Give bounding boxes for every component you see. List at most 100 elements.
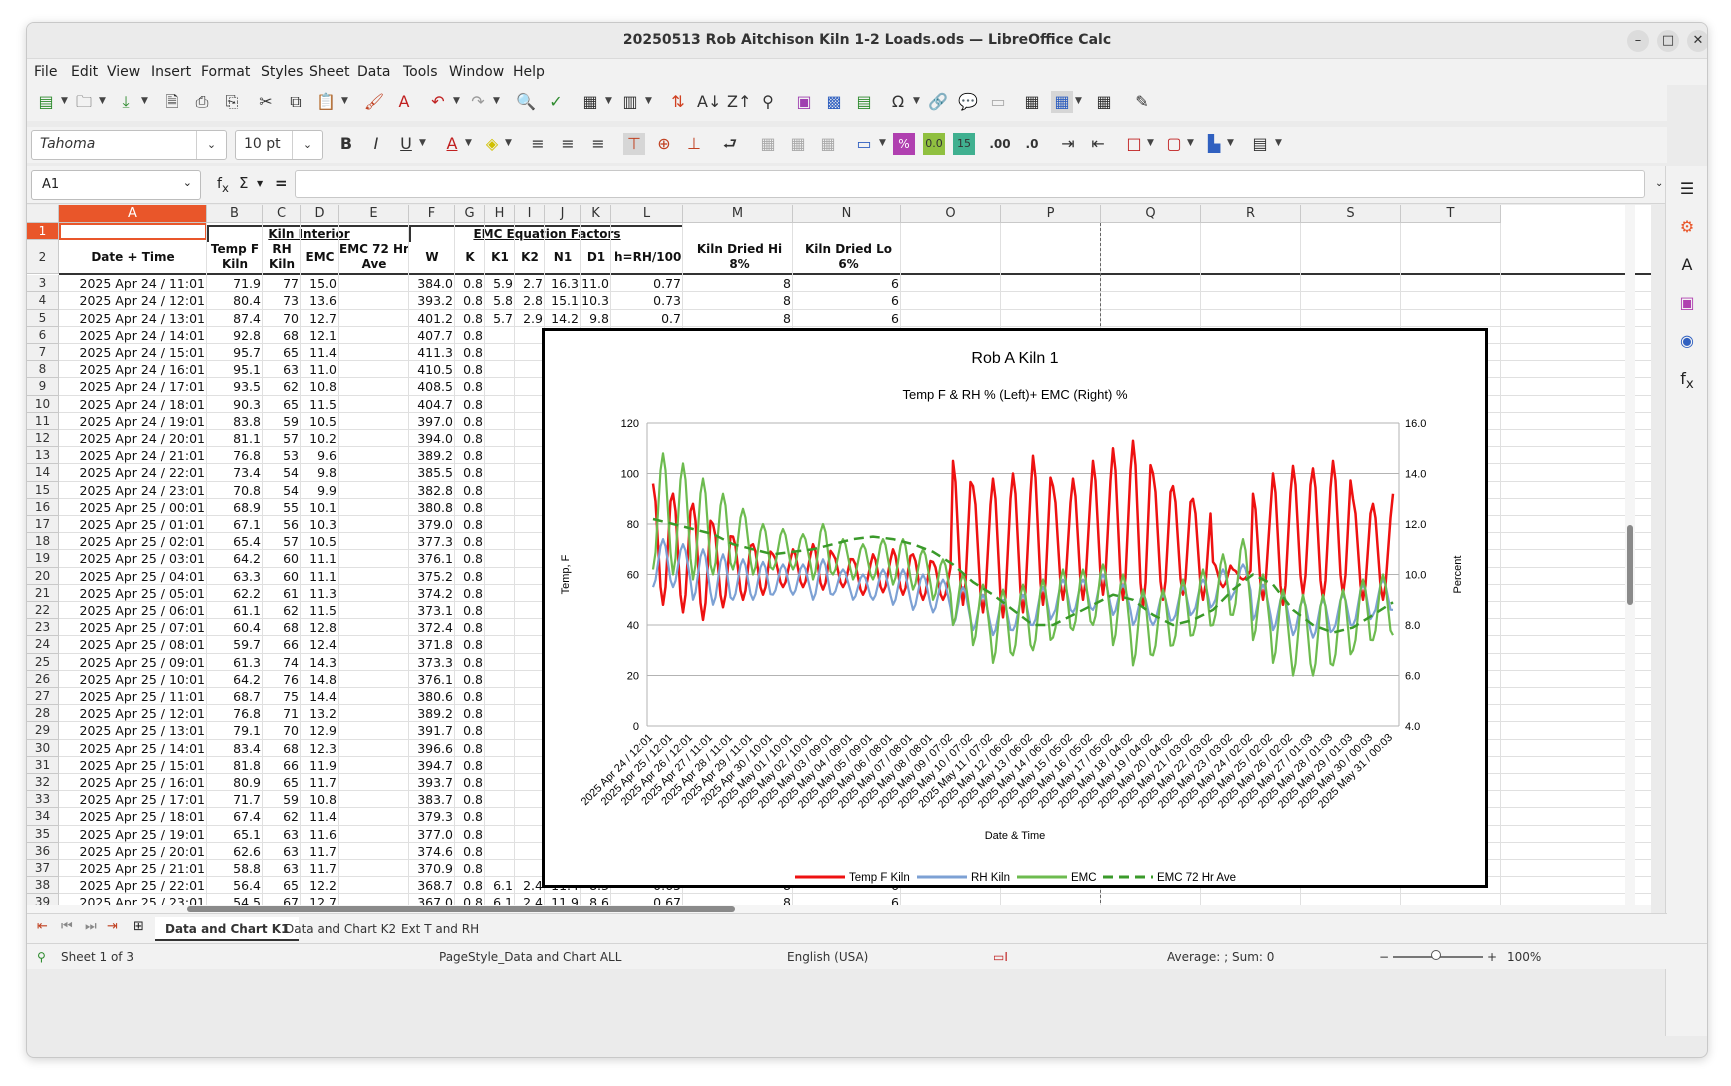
cell-k[interactable]: 0.8 — [455, 568, 485, 585]
row-header[interactable]: 32 — [27, 774, 59, 792]
cell-w[interactable]: 394.0 — [409, 430, 455, 447]
cell-temp[interactable]: 61.1 — [207, 602, 263, 619]
bold-icon[interactable]: B — [335, 133, 357, 155]
cell-emc[interactable]: 12.3 — [301, 740, 339, 757]
cell-w[interactable]: 394.7 — [409, 757, 455, 774]
cell-k[interactable]: 0.8 — [455, 327, 485, 344]
cell-date[interactable]: 2025 Apr 25 / 13:01 — [59, 722, 207, 739]
row-header[interactable]: 31 — [27, 756, 59, 774]
row-header[interactable]: 11 — [27, 412, 59, 430]
cell-date[interactable]: 2025 Apr 25 / 01:01 — [59, 516, 207, 533]
merge-cells-icon[interactable]: ▦ — [787, 133, 809, 155]
row-header[interactable]: 18 — [27, 533, 59, 551]
row-header[interactable]: 33 — [27, 791, 59, 809]
cell-temp[interactable]: 56.4 — [207, 877, 263, 894]
cell-w[interactable]: 382.8 — [409, 482, 455, 499]
cell-temp[interactable]: 71.7 — [207, 791, 263, 808]
first-sheet-icon[interactable]: ⇤ — [37, 919, 48, 934]
cell-rh[interactable]: 65 — [263, 877, 301, 894]
cell-temp[interactable]: 65.4 — [207, 533, 263, 550]
increase-indent-icon[interactable]: ⇥ — [1057, 133, 1079, 155]
cell-w[interactable]: 393.2 — [409, 292, 455, 309]
cell-rh[interactable]: 56 — [263, 516, 301, 533]
cell-emc[interactable]: 11.4 — [301, 344, 339, 361]
font-size-box[interactable]: 10 pt ⌄ — [235, 130, 323, 160]
row-header[interactable]: 6 — [27, 326, 59, 344]
cell-temp[interactable]: 76.8 — [207, 705, 263, 722]
cell-emc[interactable]: 15.0 — [301, 275, 339, 292]
cell-k[interactable]: 0.8 — [455, 671, 485, 688]
row-header[interactable]: 22 — [27, 602, 59, 620]
align-left-icon[interactable]: ≡ — [527, 133, 549, 155]
cell-w[interactable]: 373.1 — [409, 602, 455, 619]
chevron-down-icon[interactable]: ▼ — [257, 179, 263, 188]
cell-date[interactable]: 2025 Apr 24 / 11:01 — [59, 275, 207, 292]
menu-file[interactable]: File — [34, 64, 57, 80]
cell-w[interactable]: 373.3 — [409, 654, 455, 671]
column-header-n[interactable]: N — [793, 205, 901, 223]
active-cell-a1[interactable] — [59, 223, 207, 241]
cell-emc[interactable]: 10.8 — [301, 378, 339, 395]
cell-w[interactable]: 397.0 — [409, 413, 455, 430]
function-wizard-icon[interactable]: fx — [217, 176, 229, 195]
cell-w[interactable]: 377.3 — [409, 533, 455, 550]
center-vertically-icon[interactable]: ⊕ — [653, 133, 675, 155]
sort-descending-icon[interactable]: Z↑ — [727, 91, 751, 113]
cell-rh[interactable]: 66 — [263, 636, 301, 653]
cell-w[interactable]: 370.9 — [409, 860, 455, 877]
cell-emc[interactable]: 10.2 — [301, 430, 339, 447]
row-header[interactable]: 21 — [27, 584, 59, 602]
cell-emc[interactable]: 13.2 — [301, 705, 339, 722]
cell-temp[interactable]: 79.1 — [207, 722, 263, 739]
cell-emc[interactable]: 12.1 — [301, 327, 339, 344]
cell-date[interactable]: 2025 Apr 25 / 21:01 — [59, 860, 207, 877]
column-header-c[interactable]: C — [263, 205, 301, 223]
cell-emc[interactable]: 11.0 — [301, 361, 339, 378]
column-header-t[interactable]: T — [1401, 205, 1501, 223]
cell-rh[interactable]: 76 — [263, 671, 301, 688]
cell-emc[interactable]: 14.4 — [301, 688, 339, 705]
cell-lo[interactable]: 6 — [793, 292, 901, 309]
next-sheet-icon[interactable]: ⏭ — [85, 919, 97, 934]
cell-rh[interactable]: 63 — [263, 826, 301, 843]
name-box[interactable]: A1 ⌄ — [31, 170, 201, 200]
cell-k[interactable]: 0.8 — [455, 654, 485, 671]
cell-date[interactable]: 2025 Apr 25 / 14:01 — [59, 740, 207, 757]
cell-temp[interactable]: 65.1 — [207, 826, 263, 843]
cell-w[interactable]: 380.8 — [409, 499, 455, 516]
row-header[interactable]: 26 — [27, 670, 59, 688]
cell-rh[interactable]: 63 — [263, 361, 301, 378]
cell-w[interactable]: 385.5 — [409, 464, 455, 481]
sort-icon[interactable]: ⇅ — [667, 91, 689, 113]
zoom-out-icon[interactable]: − — [1379, 950, 1389, 964]
row-header-1[interactable]: 1 — [27, 223, 59, 241]
add-sheet-icon[interactable]: ⊞ — [133, 919, 144, 934]
column-header-a[interactable]: A — [59, 205, 207, 223]
cell-emc[interactable]: 12.9 — [301, 722, 339, 739]
cell-w[interactable]: 410.5 — [409, 361, 455, 378]
cell-k[interactable]: 0.8 — [455, 516, 485, 533]
cell-k[interactable]: 0.8 — [455, 361, 485, 378]
cell-d1[interactable]: 11.0 — [581, 275, 611, 292]
column-header-j[interactable]: J — [545, 205, 581, 223]
row-header[interactable]: 10 — [27, 395, 59, 413]
cell-k[interactable]: 0.8 — [455, 482, 485, 499]
sum-icon[interactable]: Σ — [239, 174, 248, 192]
cell-emc[interactable]: 12.7 — [301, 310, 339, 327]
row-header[interactable]: 27 — [27, 688, 59, 706]
cell-date[interactable]: 2025 Apr 25 / 17:01 — [59, 791, 207, 808]
cell-temp[interactable]: 63.3 — [207, 568, 263, 585]
cell-rh[interactable]: 71 — [263, 705, 301, 722]
cell-temp[interactable]: 62.6 — [207, 843, 263, 860]
borders-icon[interactable]: □ — [1123, 133, 1145, 155]
gallery-icon[interactable]: ▣ — [1676, 292, 1698, 314]
font-color-icon[interactable]: A — [441, 133, 463, 155]
cell-w[interactable]: 375.2 — [409, 568, 455, 585]
zoom-in-icon[interactable]: + — [1487, 950, 1497, 964]
clear-formatting-icon[interactable]: A — [393, 91, 415, 113]
clone-formatting-icon[interactable]: 🖌 — [363, 91, 385, 113]
cell-emc[interactable]: 13.6 — [301, 292, 339, 309]
row-header[interactable]: 19 — [27, 550, 59, 568]
autofilter-icon[interactable]: ⚲ — [757, 91, 779, 113]
row-header[interactable]: 28 — [27, 705, 59, 723]
